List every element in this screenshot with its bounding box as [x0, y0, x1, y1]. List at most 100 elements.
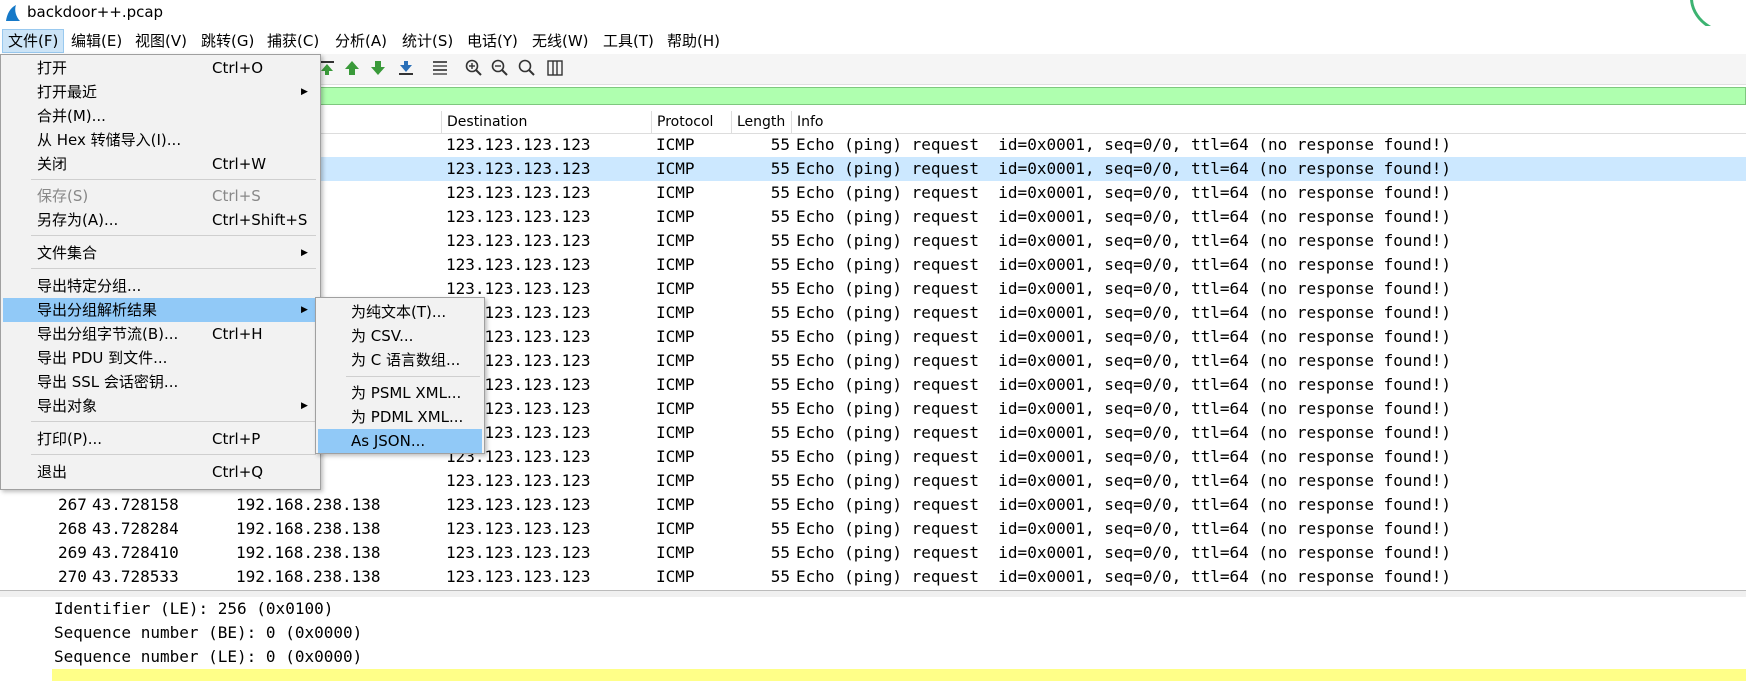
column-length[interactable]: Length — [731, 111, 791, 133]
menu-analyze[interactable]: 分析(A) — [330, 30, 392, 52]
packet-info: Echo (ping) request id=0x0001, seq=0/0, … — [796, 519, 1452, 538]
detail-line[interactable]: Sequence number (BE): 0 (0x0000) — [54, 621, 362, 645]
zoom-out-icon[interactable] — [490, 58, 510, 78]
submenu-arrow-icon: ▶ — [301, 305, 308, 315]
packet-row[interactable]: 269 43.728410 192.168.238.138 123.123.123.1… — [0, 541, 1746, 565]
submenu-arrow-icon: ▶ — [301, 248, 308, 258]
packet-time: 43.728158 — [92, 495, 179, 514]
packet-info: Echo (ping) request id=0x0001, seq=0/0, … — [796, 375, 1452, 394]
menu-telephony[interactable]: 电话(Y) — [462, 30, 523, 52]
detail-line[interactable]: Sequence number (LE): 0 (0x0000) — [54, 645, 362, 669]
menu-separator — [31, 268, 316, 269]
menu-tools[interactable]: 工具(T) — [598, 30, 659, 52]
packet-protocol: ICMP — [656, 519, 695, 538]
menu-wireless[interactable]: 无线(W) — [527, 30, 594, 52]
menu-separator — [31, 454, 316, 455]
export-as-psml[interactable]: 为 PSML XML... — [318, 381, 482, 405]
file-menu-print[interactable]: 打印(P)... Ctrl+P — [3, 427, 318, 451]
export-as-json[interactable]: As JSON... — [318, 429, 482, 453]
go-last-icon[interactable] — [396, 58, 416, 78]
export-as-c-arrays[interactable]: 为 C 语言数组... — [318, 348, 482, 372]
menu-file[interactable]: 文件(F) — [2, 29, 65, 53]
packet-number: 270 — [58, 567, 87, 586]
file-menu-export-bytes[interactable]: 导出分组字节流(B)... Ctrl+H — [3, 322, 318, 346]
zoom-in-icon[interactable] — [464, 58, 484, 78]
packet-protocol: ICMP — [656, 399, 695, 418]
go-down-icon[interactable] — [368, 58, 388, 78]
file-menu-quit[interactable]: 退出 Ctrl+Q — [3, 460, 318, 484]
packet-length: 55 — [770, 327, 790, 346]
file-menu-open-recent[interactable]: 打开最近 ▶ — [3, 80, 318, 104]
packet-destination: 123.123.123.123 — [446, 159, 591, 178]
packet-info: Echo (ping) request id=0x0001, seq=0/0, … — [796, 399, 1452, 418]
packet-length: 55 — [770, 519, 790, 538]
file-menu-save-as[interactable]: 另存为(A)... Ctrl+Shift+S — [3, 208, 318, 232]
packet-row[interactable]: 270 43.728533 192.168.238.138 123.123.123.1… — [0, 565, 1746, 589]
packet-length: 55 — [770, 231, 790, 250]
menu-go[interactable]: 跳转(G) — [196, 30, 259, 52]
packet-length: 55 — [770, 543, 790, 562]
packet-number: 269 — [58, 543, 87, 562]
packet-info: Echo (ping) request id=0x0001, seq=0/0, … — [796, 471, 1452, 490]
zoom-reset-icon[interactable] — [517, 58, 537, 78]
column-protocol[interactable]: Protocol — [651, 111, 729, 133]
packet-protocol: ICMP — [656, 183, 695, 202]
export-as-plain-text[interactable]: 为纯文本(T)... — [318, 300, 482, 324]
packet-protocol: ICMP — [656, 351, 695, 370]
packet-length: 55 — [770, 255, 790, 274]
packet-length: 55 — [770, 495, 790, 514]
file-menu-export-specified[interactable]: 导出特定分组... — [3, 274, 318, 298]
file-menu-export-ssl-keys[interactable]: 导出 SSL 会话密钥... — [3, 370, 318, 394]
packet-row[interactable]: 268 43.728284 192.168.238.138 123.123.123.1… — [0, 517, 1746, 541]
file-menu-export-dissections[interactable]: 导出分组解析结果 ▶ — [3, 298, 318, 322]
file-menu-open[interactable]: 打开 Ctrl+O — [3, 56, 318, 80]
packet-time: 43.728410 — [92, 543, 179, 562]
packet-destination: 123.123.123.123 — [446, 207, 591, 226]
packet-destination: 123.123.123.123 — [446, 495, 591, 514]
menu-statistics[interactable]: 统计(S) — [397, 30, 458, 52]
menu-edit[interactable]: 编辑(E) — [66, 30, 127, 52]
packet-length: 55 — [770, 423, 790, 442]
packet-info: Echo (ping) request id=0x0001, seq=0/0, … — [796, 279, 1452, 298]
column-destination[interactable]: Destination — [441, 111, 647, 133]
packet-details-pane: Identifier (LE): 256 (0x0100) Sequence n… — [0, 597, 1746, 681]
packet-info: Echo (ping) request id=0x0001, seq=0/0, … — [796, 207, 1452, 226]
export-as-pdml[interactable]: 为 PDML XML... — [318, 405, 482, 429]
file-menu-merge[interactable]: 合并(M)... — [3, 104, 318, 128]
packet-length: 55 — [770, 207, 790, 226]
packet-info: Echo (ping) request id=0x0001, seq=0/0, … — [796, 183, 1452, 202]
file-menu-close[interactable]: 关闭 Ctrl+W — [3, 152, 318, 176]
packet-row[interactable]: 267 43.728158 192.168.238.138 123.123.123.1… — [0, 493, 1746, 517]
file-menu-file-set[interactable]: 文件集合 ▶ — [3, 241, 318, 265]
packet-info: Echo (ping) request id=0x0001, seq=0/0, … — [796, 159, 1452, 178]
window-title: backdoor++.pcap — [27, 3, 164, 21]
colorize-icon[interactable] — [430, 58, 450, 78]
packet-destination: 123.123.123.123 — [446, 183, 591, 202]
export-as-csv[interactable]: 为 CSV... — [318, 324, 482, 348]
resize-columns-icon[interactable] — [545, 58, 565, 78]
column-info[interactable]: Info — [791, 111, 1746, 133]
menu-help[interactable]: 帮助(H) — [662, 30, 725, 52]
packet-protocol: ICMP — [656, 471, 695, 490]
file-menu-import-hex[interactable]: 从 Hex 转储导入(I)... — [3, 128, 318, 152]
packet-length: 55 — [770, 471, 790, 490]
file-menu-export-pdu[interactable]: 导出 PDU 到文件... — [3, 346, 318, 370]
go-up-icon[interactable] — [342, 58, 362, 78]
title-bar: backdoor++.pcap — [0, 0, 1746, 36]
display-filter-input[interactable] — [316, 87, 1746, 105]
packet-source: 192.168.238.138 — [236, 543, 381, 562]
packet-length: 55 — [770, 303, 790, 322]
file-menu-export-objects[interactable]: 导出对象 ▶ — [3, 394, 318, 418]
detail-line[interactable]: Identifier (LE): 256 (0x0100) — [54, 597, 333, 621]
packet-length: 55 — [770, 447, 790, 466]
file-menu-save[interactable]: 保存(S) Ctrl+S — [3, 184, 318, 208]
packet-length: 55 — [770, 159, 790, 178]
packet-source: 192.168.238.138 — [236, 495, 381, 514]
packet-info: Echo (ping) request id=0x0001, seq=0/0, … — [796, 135, 1452, 154]
export-dissections-submenu: 为纯文本(T)... 为 CSV... 为 C 语言数组... 为 PSML X… — [315, 297, 485, 454]
packet-source: 192.168.238.138 — [236, 567, 381, 586]
menu-capture[interactable]: 捕获(C) — [262, 30, 324, 52]
packet-info: Echo (ping) request id=0x0001, seq=0/0, … — [796, 543, 1452, 562]
menu-view[interactable]: 视图(V) — [130, 30, 192, 52]
packet-length: 55 — [770, 567, 790, 586]
